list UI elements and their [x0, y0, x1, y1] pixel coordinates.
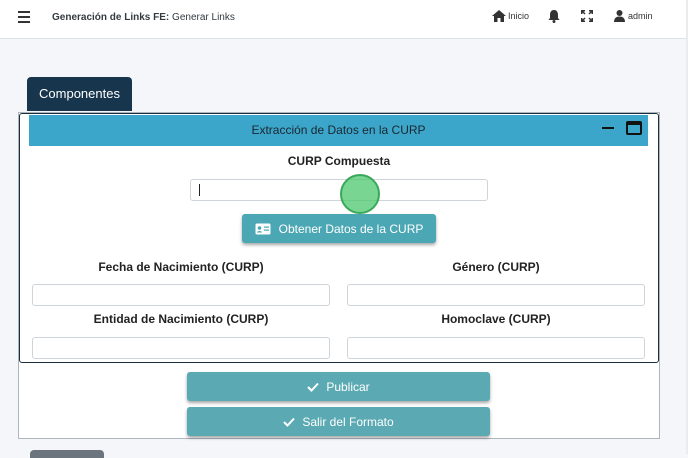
curp-label: CURP Compuesta: [287, 154, 391, 168]
id-card-icon: [255, 223, 271, 234]
obtener-datos-button[interactable]: Obtener Datos de la CURP: [242, 214, 436, 243]
genero-label: Género (CURP): [452, 260, 540, 274]
curp-input[interactable]: [190, 179, 488, 201]
entidad-nacimiento-input[interactable]: [32, 337, 330, 359]
minimize-icon[interactable]: [602, 127, 614, 129]
salir-formato-button[interactable]: Salir del Formato: [187, 407, 490, 436]
top-navbar: Generación de Links FE: Generar Links In…: [0, 0, 686, 39]
home-icon: [492, 10, 506, 22]
entidad-label: Entidad de Nacimiento (CURP): [93, 312, 269, 326]
check-icon: [283, 417, 296, 427]
maximize-icon[interactable]: [626, 121, 642, 135]
fecha-nacimiento-input[interactable]: [32, 284, 330, 306]
page-title: Generación de Links FE: Generar Links: [52, 12, 235, 23]
publicar-button[interactable]: Publicar: [187, 372, 490, 401]
click-indicator: [340, 174, 380, 214]
text-cursor: [199, 184, 200, 196]
homoclave-input[interactable]: [347, 337, 645, 359]
menu-icon[interactable]: [18, 11, 30, 25]
card-title: Extracción de Datos en la CURP: [29, 115, 648, 146]
user-menu[interactable]: admin: [614, 10, 653, 22]
homoclave-label: Homoclave (CURP): [441, 312, 551, 326]
tab-componentes[interactable]: Componentes: [27, 77, 132, 111]
check-icon: [307, 382, 320, 392]
nav-inicio-link[interactable]: Inicio: [492, 10, 529, 22]
expand-icon[interactable]: [581, 10, 593, 22]
bottom-tab-peek[interactable]: [30, 450, 104, 458]
fecha-label: Fecha de Nacimiento (CURP): [98, 260, 264, 274]
bell-icon[interactable]: [548, 10, 560, 23]
user-icon: [614, 10, 625, 22]
genero-input[interactable]: [347, 284, 645, 306]
